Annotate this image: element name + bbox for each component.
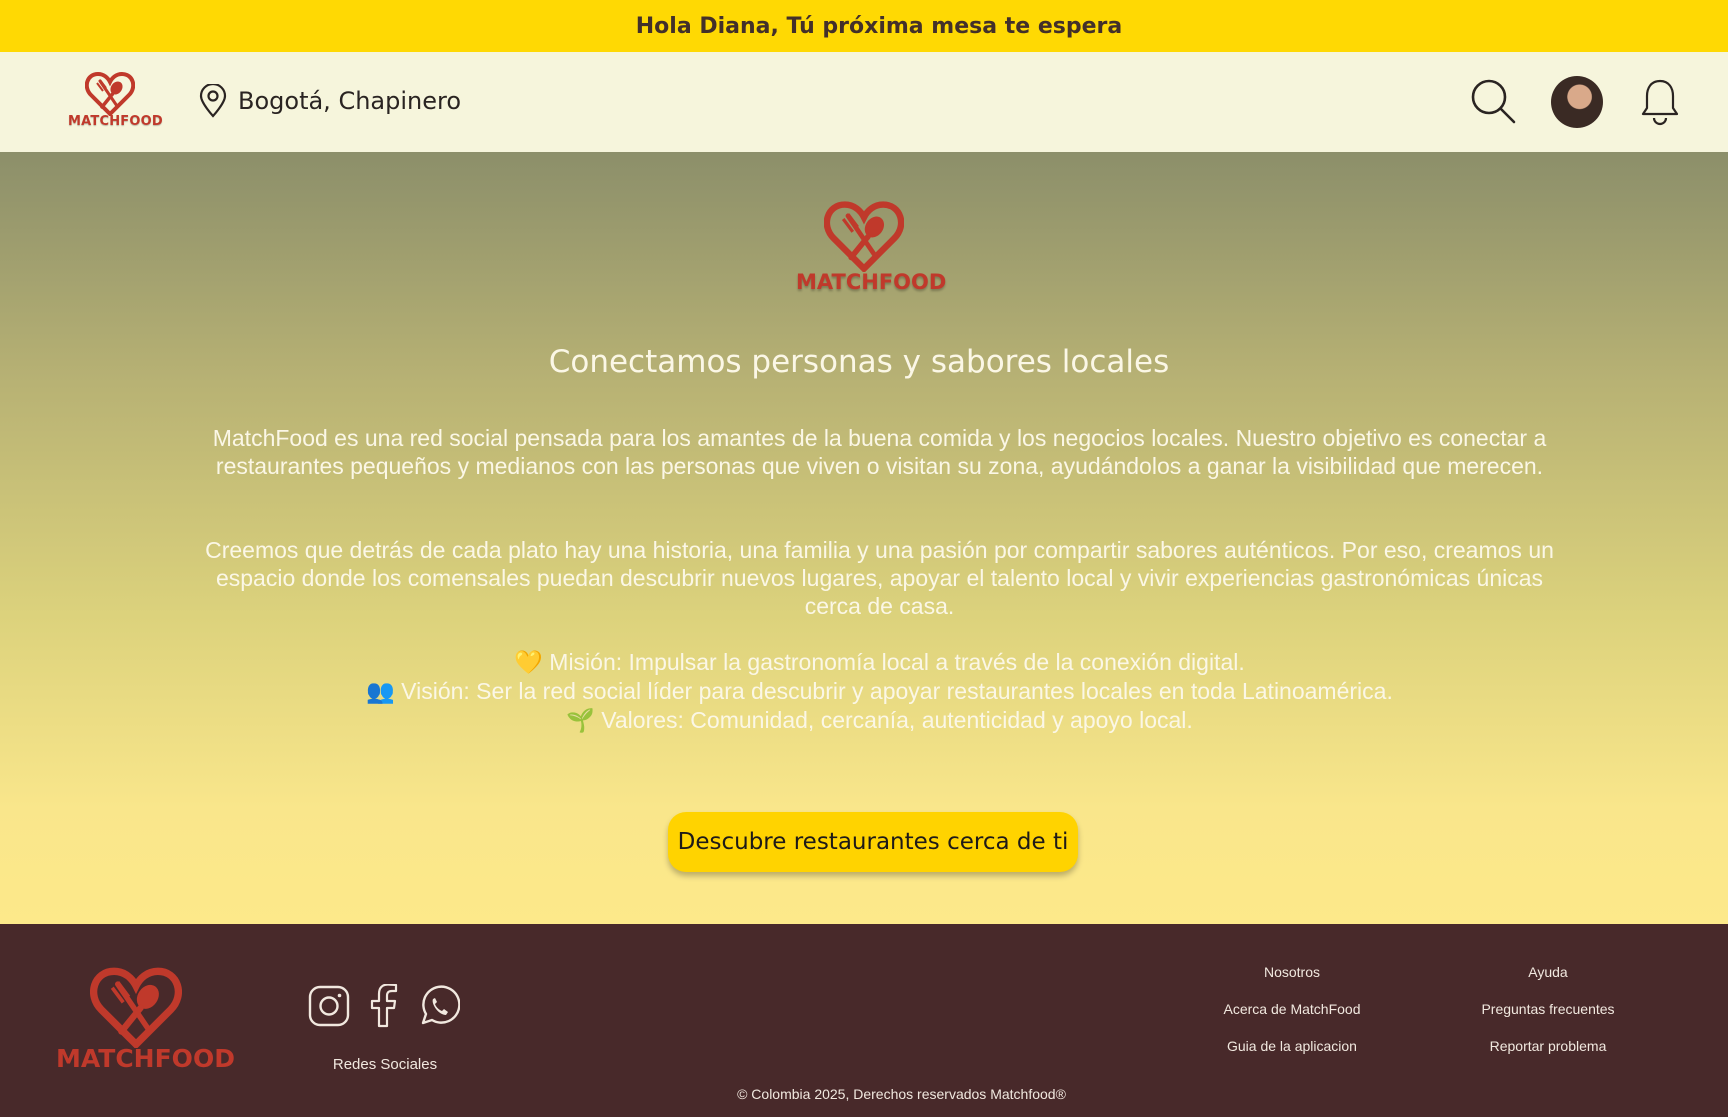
heart-logo-icon (90, 967, 182, 1048)
cta-label: Descubre restaurantes cerca de ti (677, 829, 1069, 855)
mission-vision-values: 💛 Misión: Impulsar la gastronomía local … (186, 648, 1573, 735)
greeting-text: Hola Diana, Tú próxima mesa te espera (635, 13, 1123, 39)
hero-section: MATCHFOOD Conectamos personas y sabores … (0, 152, 1728, 924)
footer-link-ayuda[interactable]: Ayuda (1438, 964, 1658, 981)
hero-logo: MATCHFOOD (796, 198, 947, 294)
values-text: Valores: Comunidad, cercanía, autenticid… (601, 707, 1193, 733)
seedling-emoji-icon: 🌱 (566, 708, 595, 734)
footer-logo: MATCHFOOD (56, 964, 235, 1073)
footer-link-faq[interactable]: Preguntas frecuentes (1438, 1001, 1658, 1018)
mission-line: 💛 Misión: Impulsar la gastronomía local … (186, 648, 1573, 677)
hero-title: Conectamos personas y sabores locales (548, 344, 1170, 380)
facebook-icon (370, 983, 398, 1028)
notifications-button[interactable] (1640, 78, 1680, 131)
footer-link-guia[interactable]: Guia de la aplicacion (1182, 1038, 1402, 1055)
search-button[interactable] (1470, 78, 1516, 129)
values-line: 🌱 Valores: Comunidad, cercanía, autentic… (186, 706, 1573, 735)
heart-emoji-icon: 💛 (514, 650, 543, 676)
heart-logo-icon (85, 71, 135, 116)
heart-logo-icon (824, 201, 904, 272)
header-logo[interactable]: MATCHFOOD (68, 70, 163, 136)
location-text: Bogotá, Chapinero (238, 87, 462, 115)
search-icon (1471, 79, 1516, 124)
whatsapp-link[interactable] (418, 985, 461, 1032)
hero-brand: MATCHFOOD (796, 270, 947, 294)
footer: MATCHFOOD Redes Sociales Nosotros Acerca… (0, 924, 1728, 1117)
discover-restaurants-button[interactable]: Descubre restaurantes cerca de ti (668, 812, 1078, 872)
pin-icon (199, 84, 227, 118)
header: MATCHFOOD Bogotá, Chapinero (0, 52, 1728, 152)
social-label: Redes Sociales (332, 1056, 438, 1073)
mission-text: Misión: Impulsar la gastronomía local a … (549, 649, 1245, 675)
people-emoji-icon: 👥 (366, 679, 395, 705)
about-paragraph-1: MatchFood es una red social pensada para… (212, 425, 1547, 479)
footer-links-about: Nosotros Acerca de MatchFood Guia de la … (1182, 964, 1402, 1075)
footer-link-nosotros[interactable]: Nosotros (1182, 964, 1402, 981)
greeting-bar: Hola Diana, Tú próxima mesa te espera (0, 0, 1728, 52)
footer-brand: MATCHFOOD (56, 1044, 235, 1073)
location-selector[interactable]: Bogotá, Chapinero (198, 84, 461, 118)
whatsapp-icon (421, 985, 461, 1025)
instagram-icon (308, 985, 350, 1027)
avatar[interactable] (1551, 76, 1603, 128)
bell-icon (1641, 79, 1679, 126)
header-brand: MATCHFOOD (68, 114, 163, 129)
about-paragraph-2: Creemos que detrás de cada plato hay una… (205, 537, 1554, 619)
footer-links-help: Ayuda Preguntas frecuentes Reportar prob… (1438, 964, 1658, 1075)
vision-line: 👥 Visión: Ser la red social líder para d… (186, 677, 1573, 706)
footer-link-report[interactable]: Reportar problema (1438, 1038, 1658, 1055)
facebook-link[interactable] (368, 983, 400, 1033)
vision-text: Visión: Ser la red social líder para des… (401, 678, 1393, 704)
copyright: © Colombia 2025, Derechos reservados Mat… (737, 1086, 1066, 1102)
social-links (308, 983, 461, 1033)
footer-link-acerca[interactable]: Acerca de MatchFood (1182, 1001, 1402, 1018)
instagram-link[interactable] (308, 985, 350, 1032)
